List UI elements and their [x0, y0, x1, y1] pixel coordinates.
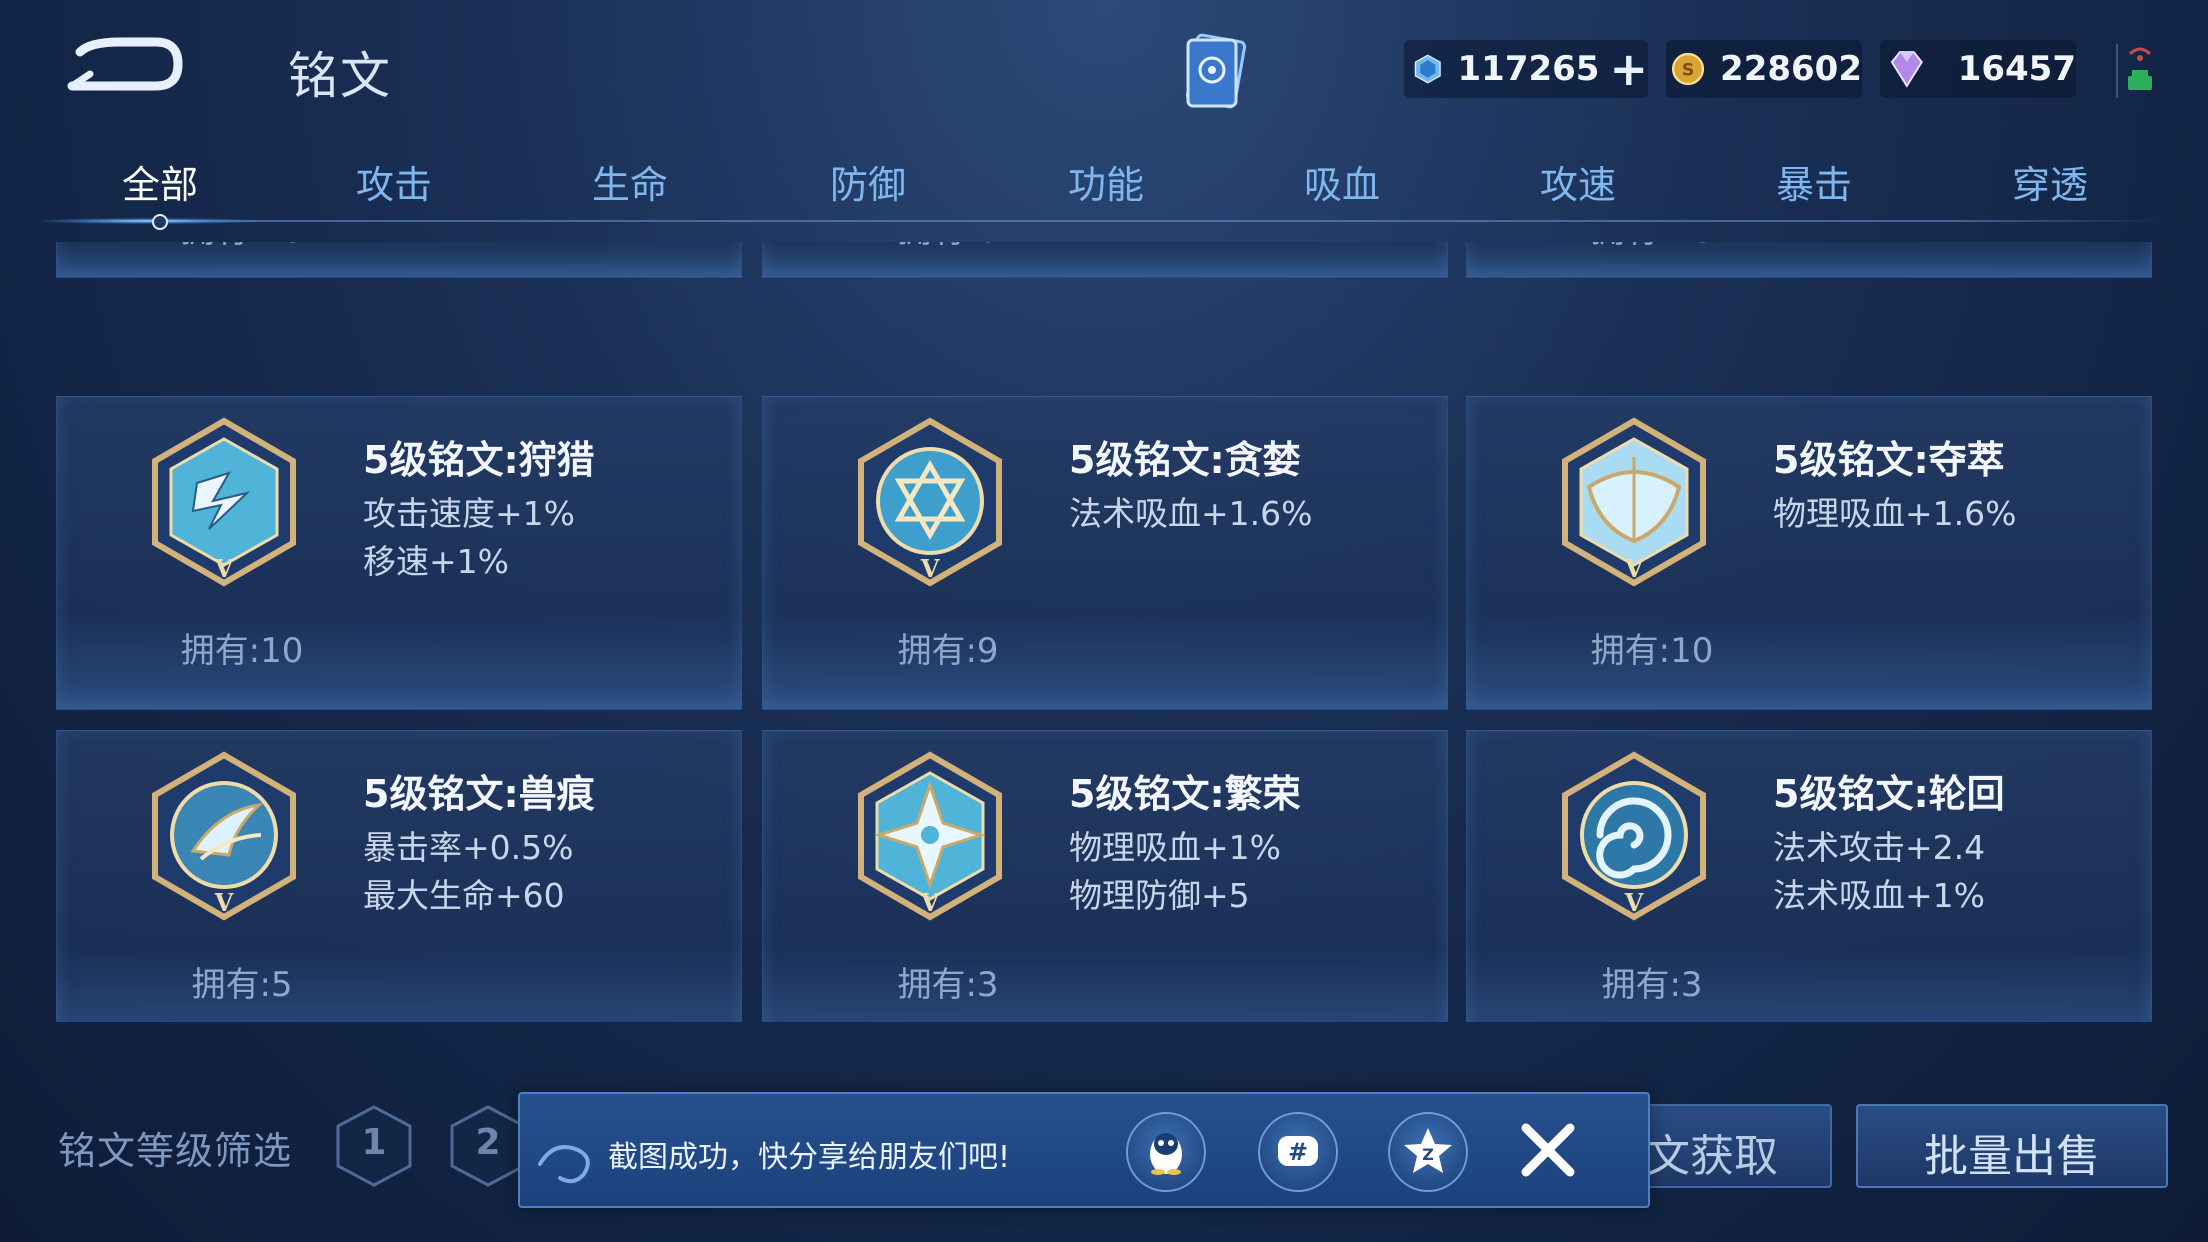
diamond-amount: 117265	[1457, 49, 1600, 89]
bulk-sell-label: 批量出售	[1924, 1131, 2100, 1182]
category-tabs: 全部 攻击 生命 防御 功能 吸血 攻速 暴击 穿透	[40, 148, 2164, 228]
page-title: 铭文	[288, 47, 392, 105]
level-filter-2[interactable]: 2	[448, 1104, 528, 1188]
owned-count: 拥有:6	[833, 242, 1063, 252]
inscription-card-greed[interactable]: V 5级铭文:贪婪 法术吸血+1.6% 拥有:9	[762, 396, 1448, 710]
close-icon	[1521, 1123, 1575, 1177]
add-currency-button[interactable]: +	[1609, 46, 1648, 92]
prosperity-emblem-icon: V	[858, 751, 1002, 921]
owned-count: 拥有:10	[127, 242, 357, 252]
svg-text:V: V	[214, 888, 234, 917]
level-filter-label: 铭文等级筛选	[58, 1129, 293, 1173]
inscription-stat: 法术攻击+2.4	[1773, 828, 1986, 867]
inscription-name: 5级铭文:兽痕	[363, 772, 595, 816]
tab-attack[interactable]: 攻击	[304, 154, 484, 209]
inscription-card-reincarnation[interactable]: V 5级铭文:轮回 法术攻击+2.4 法术吸血+1% 拥有:3	[1466, 730, 2152, 1022]
owned-count: 拥有:5	[191, 965, 293, 1005]
inscription-stat: 暴击率+0.5%	[363, 828, 574, 867]
tab-penetration[interactable]: 穿透	[1960, 154, 2140, 209]
inscription-name: 5级铭文:夺萃	[1773, 438, 2005, 482]
inscription-card-hunt[interactable]: V 5级铭文:狩猎 攻击速度+1% 移速+1% 拥有:10	[56, 396, 742, 710]
inscription-card-partial[interactable]: 拥有:10	[1466, 242, 2152, 278]
tab-critical[interactable]: 暴击	[1724, 154, 1904, 209]
gem-amount: 16457	[1957, 49, 2076, 89]
svg-text:V: V	[1624, 888, 1644, 917]
hash-chat-icon: #	[1278, 1136, 1318, 1166]
bulk-sell-button[interactable]: 批量出售	[1856, 1104, 2168, 1188]
swirl-decoration-icon	[538, 1145, 590, 1184]
inscription-stat: 移速+1%	[363, 542, 510, 581]
diamond-icon	[1414, 54, 1441, 84]
level-number: 2	[475, 1122, 501, 1163]
tab-function[interactable]: 功能	[1016, 154, 1196, 209]
level-number: 1	[361, 1122, 387, 1163]
owned-count: 拥有:3	[1601, 965, 1703, 1005]
active-tab-indicator	[42, 218, 260, 224]
greed-emblem-icon: V	[858, 417, 1002, 587]
seize-emblem-icon: V	[1562, 417, 1706, 587]
qq-penguin-icon	[1150, 1133, 1182, 1175]
diamond-currency: 117265 +	[1404, 40, 1648, 98]
share-qq-button[interactable]	[1126, 1112, 1206, 1192]
tab-lifesteal[interactable]: 吸血	[1252, 154, 1432, 209]
tab-divider	[40, 220, 2164, 222]
svg-text:V: V	[920, 554, 940, 583]
share-qzone-button[interactable]: Z	[1388, 1112, 1468, 1192]
tab-all[interactable]: 全部	[70, 154, 250, 209]
back-arrow-icon	[67, 37, 183, 91]
inscription-card-partial[interactable]: 拥有:6	[762, 242, 1448, 278]
svg-text:Z: Z	[1422, 1145, 1434, 1164]
reincarnation-emblem-icon: V	[1562, 751, 1706, 921]
inscription-stat: 物理吸血+1.6%	[1773, 494, 2017, 533]
toast-message: 截图成功，快分享给朋友们吧!	[608, 1140, 1011, 1175]
svg-text:V: V	[920, 888, 940, 917]
tab-defense[interactable]: 防御	[778, 154, 958, 209]
inscription-name: 5级铭文:繁荣	[1069, 772, 1301, 816]
inscription-stat: 物理防御+5	[1069, 876, 1250, 915]
inscription-name: 5级铭文:贪婪	[1069, 438, 1301, 482]
inscription-grid: 拥有:10 拥有:6 拥有:10 V 5级铭文:狩猎 攻击速度+1% 移速+1%…	[0, 242, 2208, 1022]
gold-coin-icon: S	[1671, 52, 1705, 86]
beast-mark-emblem-icon: V	[152, 751, 296, 921]
inscription-name: 5级铭文:轮回	[1773, 772, 2005, 816]
obtain-button-label: 文获取	[1646, 1131, 1778, 1182]
inscription-card-partial[interactable]: 拥有:10	[56, 242, 742, 278]
inscription-stat: 物理吸血+1%	[1069, 828, 1282, 867]
tab-health[interactable]: 生命	[540, 154, 720, 209]
gold-currency: S 228602	[1666, 40, 1862, 98]
inscription-stat: 法术吸血+1.6%	[1069, 494, 1313, 533]
owned-count: 拥有:3	[897, 965, 999, 1005]
inscription-stat: 攻击速度+1%	[363, 494, 576, 533]
gold-amount: 228602	[1720, 49, 1862, 89]
svg-text:#: #	[1288, 1138, 1308, 1166]
owned-count: 拥有:10	[1537, 242, 1767, 252]
inscription-stat: 最大生命+60	[363, 876, 565, 915]
inscription-card-prosperity[interactable]: V 5级铭文:繁荣 物理吸血+1% 物理防御+5 拥有:3	[762, 730, 1448, 1022]
screenshot-share-toast: 截图成功，快分享给朋友们吧! # Z	[518, 1092, 1650, 1208]
gem-currency: 16457	[1880, 40, 2076, 98]
svg-text:S: S	[1682, 60, 1694, 80]
close-toast-button[interactable]	[1516, 1118, 1580, 1182]
owned-count: 拥有:10	[180, 631, 304, 671]
owned-count: 拥有:9	[897, 631, 999, 671]
level-filter-1[interactable]: 1	[334, 1104, 414, 1188]
header-divider	[2116, 44, 2118, 98]
inscription-card-beast-mark[interactable]: V 5级铭文:兽痕 暴击率+0.5% 最大生命+60 拥有:5	[56, 730, 742, 1022]
svg-text:V: V	[214, 554, 234, 583]
owned-count: 拥有:10	[1590, 631, 1714, 671]
tab-attack-speed[interactable]: 攻速	[1488, 154, 1668, 209]
inscription-book-icon[interactable]	[1178, 30, 1258, 116]
star-icon: Z	[1404, 1128, 1452, 1173]
hunt-emblem-icon: V	[152, 417, 296, 587]
signal-icon	[2120, 40, 2160, 98]
inscription-stat: 法术吸血+1%	[1773, 876, 1986, 915]
back-button[interactable]	[60, 30, 190, 100]
share-wechat-moments-button[interactable]: #	[1258, 1112, 1338, 1192]
inscription-card-seize[interactable]: V 5级铭文:夺萃 物理吸血+1.6% 拥有:10	[1466, 396, 2152, 710]
svg-text:V: V	[1624, 554, 1644, 583]
active-tab-dot	[152, 214, 168, 230]
purple-gem-icon	[1890, 51, 1923, 88]
inscription-name: 5级铭文:狩猎	[363, 438, 595, 482]
